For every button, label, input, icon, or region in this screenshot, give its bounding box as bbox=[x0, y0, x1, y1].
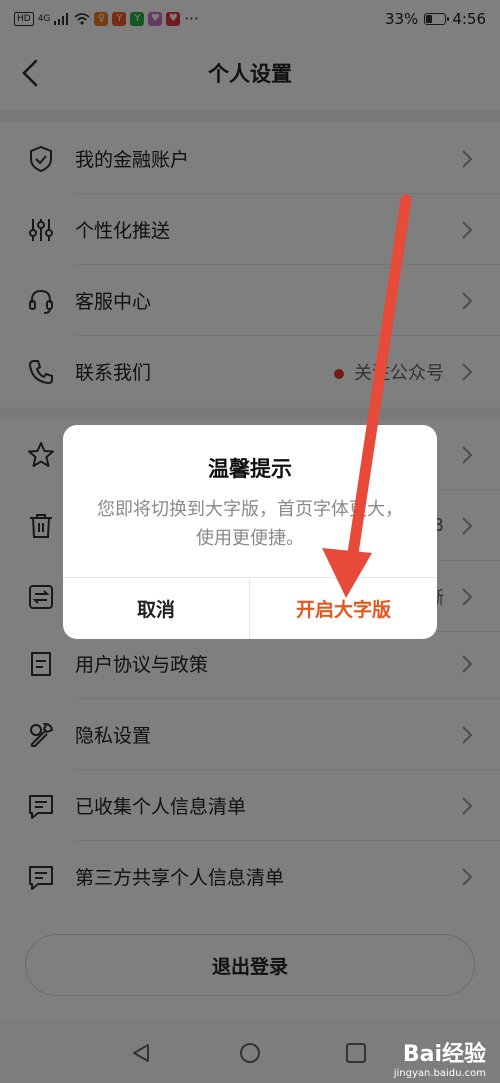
watermark-url: jingyan.baidu.com bbox=[393, 1068, 486, 1079]
watermark: Bai经验 jingyan.baidu.com bbox=[394, 1036, 486, 1079]
dialog-message: 您即将切换到大字版，首页字体更大，使用更便捷。 bbox=[97, 499, 403, 549]
enable-large-font-button[interactable]: 开启大字版 bbox=[250, 578, 437, 639]
cancel-button[interactable]: 取消 bbox=[63, 578, 249, 639]
watermark-logo: Bai经验 bbox=[402, 1042, 486, 1067]
dialog-title: 温馨提示 bbox=[208, 457, 292, 481]
large-font-dialog: 温馨提示 您即将切换到大字版，首页字体更大，使用更便捷。 取消 开启大字版 bbox=[63, 425, 437, 639]
